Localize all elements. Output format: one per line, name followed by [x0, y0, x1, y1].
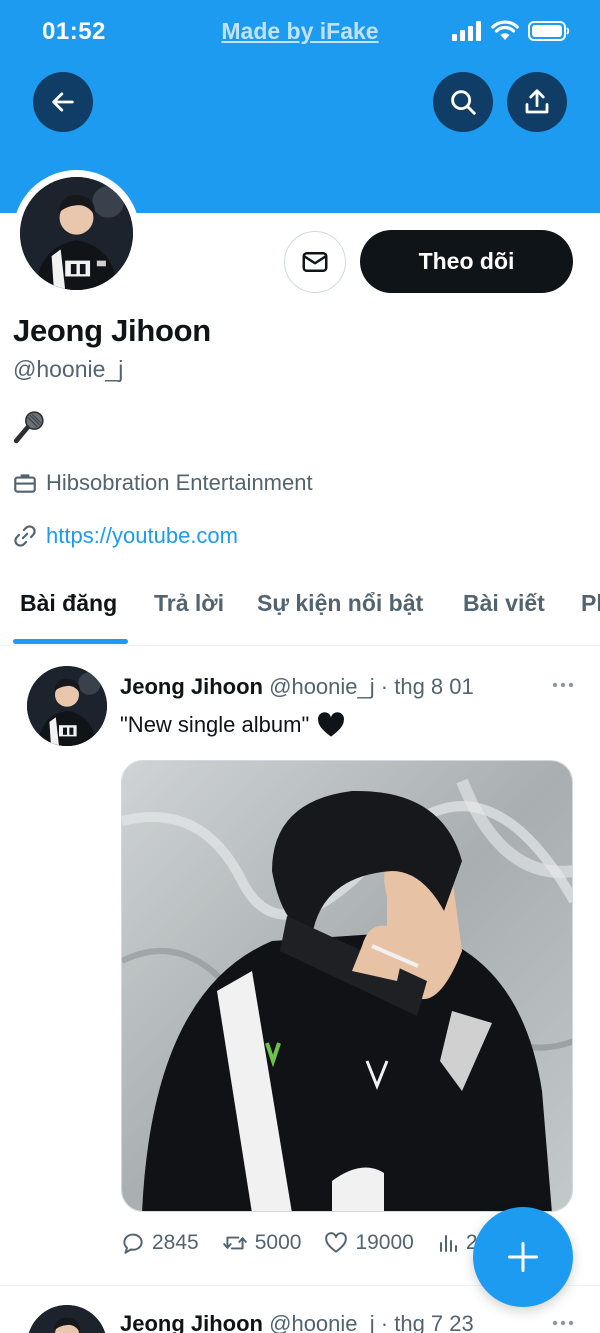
post-actions: 2845 5000 19000 2 — [120, 1230, 500, 1256]
profile-company: Hibsobration Entertainment — [12, 470, 313, 496]
profile-display-name: Jeong Jihoon — [13, 313, 211, 348]
compose-button[interactable] — [473, 1207, 573, 1307]
back-button[interactable] — [33, 72, 93, 132]
search-button[interactable] — [433, 72, 493, 132]
post-avatar[interactable] — [27, 1305, 107, 1333]
link-icon — [14, 525, 36, 547]
plus-icon — [508, 1242, 538, 1272]
status-bar: 01:52 Made by iFake — [0, 0, 600, 64]
views-button[interactable]: 2 — [436, 1231, 478, 1255]
tab-articles[interactable]: Bài viết — [463, 590, 545, 617]
search-icon — [451, 90, 476, 115]
reply-count: 2845 — [152, 1231, 199, 1254]
post-date[interactable]: thg 7 23 — [394, 1311, 474, 1333]
tab-replies[interactable]: Trả lời — [154, 590, 224, 617]
follow-button[interactable]: Theo dõi — [360, 230, 573, 293]
tab-active-indicator — [13, 639, 128, 644]
post-date[interactable]: thg 8 01 — [394, 674, 474, 699]
avatar-image — [20, 177, 133, 290]
post-separator: · — [374, 1311, 395, 1333]
avatar-image — [27, 666, 107, 746]
post-author-handle: @hoonie_j — [269, 1311, 375, 1333]
post-header: Jeong Jihoon @hoonie_j · thg 8 01 — [120, 674, 474, 700]
post-header: Jeong Jihoon @hoonie_j · thg 7 23 — [120, 1311, 474, 1333]
like-count: 19000 — [355, 1231, 414, 1254]
mail-icon — [302, 252, 328, 272]
tab-media[interactable]: Ph — [581, 590, 600, 617]
message-button[interactable] — [284, 231, 346, 293]
signal-icon — [452, 20, 481, 41]
post-text: "New single album" — [120, 712, 345, 738]
briefcase-icon — [14, 474, 36, 493]
share-icon — [525, 89, 549, 114]
like-button[interactable]: 19000 — [323, 1230, 414, 1256]
company-text: Hibsobration Entertainment — [46, 470, 313, 495]
battery-icon — [528, 20, 570, 41]
post-photo — [122, 761, 572, 1211]
reply-button[interactable]: 2845 — [120, 1230, 199, 1256]
status-icons — [452, 20, 570, 41]
share-button[interactable] — [507, 72, 567, 132]
profile-handle: @hoonie_j — [13, 356, 124, 382]
post-image[interactable] — [121, 760, 573, 1212]
heart-icon — [325, 1232, 348, 1253]
tab-highlights[interactable]: Sự kiện nổi bật — [257, 590, 423, 617]
retweet-icon — [222, 1236, 247, 1250]
retweet-count: 5000 — [254, 1231, 302, 1254]
profile-avatar[interactable] — [13, 170, 140, 297]
analytics-icon — [439, 1235, 457, 1252]
post-body: "New single album" — [120, 712, 310, 737]
more-horizontal-icon[interactable] — [551, 1316, 575, 1330]
avatar-image — [27, 1305, 107, 1333]
post-separator: · — [374, 674, 395, 699]
post-author-name[interactable]: Jeong Jihoon — [120, 1311, 263, 1333]
arrow-left-icon — [52, 92, 74, 112]
post-author-name[interactable]: Jeong Jihoon — [120, 674, 263, 699]
profile-tabs: Bài đăng Trả lời Sự kiện nổi bật Bài viế… — [0, 580, 600, 646]
wifi-icon — [491, 20, 519, 40]
more-horizontal-icon[interactable] — [551, 678, 575, 692]
post-author-handle: @hoonie_j — [269, 674, 375, 699]
tab-posts[interactable]: Bài đăng — [20, 590, 117, 617]
retweet-button[interactable]: 5000 — [221, 1230, 302, 1256]
website-link[interactable]: https://youtube.com — [46, 523, 238, 549]
post-avatar[interactable] — [27, 666, 107, 746]
profile-website[interactable]: https://youtube.com — [12, 523, 238, 549]
black-heart-icon — [318, 712, 345, 737]
reply-icon — [123, 1233, 143, 1254]
microphone-icon — [13, 411, 44, 444]
profile-bio — [12, 410, 46, 449]
